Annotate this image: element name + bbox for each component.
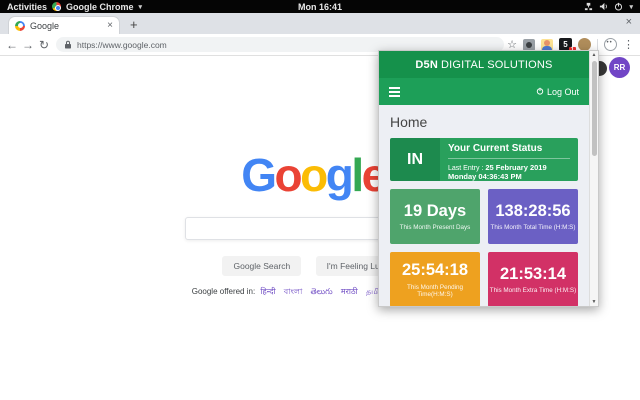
tab-title: Google xyxy=(30,20,60,31)
url-text: https://www.google.com xyxy=(77,39,167,50)
d5n-extension-label: 5 xyxy=(563,40,568,49)
language-link[interactable]: తెలుగు xyxy=(311,287,333,296)
power-icon xyxy=(536,87,544,97)
status-last-entry: Last Entry : 25 February 2019 Monday 04:… xyxy=(448,159,570,181)
metric-label: This Month Extra Time (H:M:S) xyxy=(489,287,577,295)
popup-scrollbar[interactable]: ▲ ▼ xyxy=(589,51,598,306)
volume-icon xyxy=(599,2,608,11)
metric-value: 25:54:18 xyxy=(401,261,469,280)
last-entry-label: Last Entry : xyxy=(448,165,486,172)
scrollbar-thumb[interactable] xyxy=(591,61,597,156)
metric-card-extra-time: 21:53:14 This Month Extra Time (H:M:S) xyxy=(488,252,578,306)
metric-value: 19 Days xyxy=(403,201,467,220)
extension-icon-b[interactable] xyxy=(541,38,553,51)
hamburger-menu-icon[interactable] xyxy=(389,86,400,97)
metric-card-total-time: 138:28:56 This Month Total Time (H:M:S) xyxy=(488,189,578,244)
status-code: IN xyxy=(390,138,440,181)
tab-close-icon[interactable]: × xyxy=(107,20,113,31)
logo-letter: l xyxy=(351,149,364,201)
status-title: Your Current Status xyxy=(448,143,570,159)
toolbar-divider xyxy=(597,38,598,51)
popup-title-rest: DIGITAL SOLUTIONS xyxy=(441,58,553,71)
forward-icon[interactable]: → xyxy=(20,39,36,51)
lock-icon xyxy=(64,36,72,54)
screen: { "desktop": { "activities": "Activities… xyxy=(0,0,640,400)
popup-title-bold: D5N xyxy=(415,58,438,71)
new-tab-button[interactable]: + xyxy=(130,17,138,33)
metric-value: 138:28:56 xyxy=(495,201,571,220)
language-link[interactable]: मराठी xyxy=(341,287,358,296)
metric-label: This Month Pending Time(H:M:S) xyxy=(406,283,463,298)
browser-tab-google[interactable]: Google × xyxy=(8,16,120,34)
account-avatar[interactable]: RR xyxy=(609,57,630,78)
popup-heading: Home xyxy=(390,114,428,130)
scroll-up-icon[interactable]: ▲ xyxy=(590,52,598,58)
google-search-button[interactable]: Google Search xyxy=(222,256,302,276)
browser-profile-icon[interactable] xyxy=(604,38,617,51)
offered-in-label: Google offered in: xyxy=(191,287,256,296)
logo-letter: G xyxy=(241,149,277,201)
metric-label: This Month Total Time (H:M:S) xyxy=(490,224,576,232)
scroll-down-icon[interactable]: ▼ xyxy=(590,299,598,305)
logo-letter: g xyxy=(325,149,354,201)
network-icon xyxy=(584,2,593,11)
tab-strip: Google × + × xyxy=(0,13,640,34)
language-link[interactable]: বাংলা xyxy=(284,287,303,296)
clock[interactable]: Mon 16:41 xyxy=(298,2,342,12)
logo-letter: o xyxy=(300,149,328,201)
menu-dots-icon[interactable]: ⋮ xyxy=(623,38,634,51)
logo-letter: o xyxy=(274,149,303,201)
logout-button[interactable]: Log Out xyxy=(536,87,579,97)
system-menu-chevron-icon[interactable]: ▾ xyxy=(629,3,633,11)
app-menu-button[interactable]: Google Chrome xyxy=(66,2,134,12)
metric-card-present-days: 19 Days This Month Present Days xyxy=(390,189,480,244)
back-icon[interactable]: ← xyxy=(4,39,20,51)
metric-card-pending-time: 25:54:18 This Month Pending Time(H:M:S) xyxy=(390,252,480,306)
chevron-down-icon: ▾ xyxy=(138,3,143,11)
metric-cards: 19 Days This Month Present Days 138:28:5… xyxy=(390,189,578,306)
metric-value: 21:53:14 xyxy=(499,264,567,283)
logout-label: Log Out xyxy=(546,86,579,97)
extension-icon-a[interactable] xyxy=(523,38,535,51)
activities-button[interactable]: Activities xyxy=(7,2,47,12)
chrome-app-icon xyxy=(52,2,62,11)
reload-icon[interactable]: ↻ xyxy=(36,39,52,51)
popup-title: D5N DIGITAL SOLUTIONS xyxy=(379,51,589,78)
gnome-top-bar: Activities Google Chrome ▾ Mon 16:41 ▾ xyxy=(0,0,640,13)
google-favicon-icon xyxy=(15,20,25,31)
popup-navbar: Log Out xyxy=(379,78,589,105)
metric-label: This Month Present Days xyxy=(399,224,471,232)
language-link[interactable]: हिन्दी xyxy=(260,287,275,296)
window-close-icon[interactable]: × xyxy=(626,16,632,28)
d5n-extension-popup: D5N DIGITAL SOLUTIONS Log Out Home IN Yo… xyxy=(378,50,599,307)
power-icon xyxy=(614,2,623,11)
status-card: IN Your Current Status Last Entry : 25 F… xyxy=(390,138,578,181)
